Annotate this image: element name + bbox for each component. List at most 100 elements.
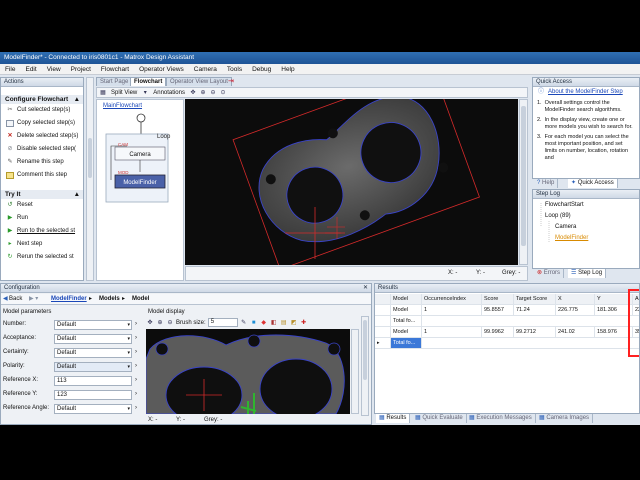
- annotations-button[interactable]: Annotations: [151, 89, 187, 97]
- add-icon[interactable]: ✚: [300, 319, 308, 327]
- breadcrumb-modelfinder[interactable]: ModelFinder: [51, 294, 87, 305]
- menu-operator-views[interactable]: Operator Views: [134, 64, 189, 75]
- expand-arrow-icon[interactable]: ›: [135, 321, 137, 327]
- dropdown-arrow-icon[interactable]: ▾: [141, 89, 149, 97]
- polarity-select[interactable]: Default ▾: [54, 362, 132, 372]
- zoom-in-icon[interactable]: ⊕: [156, 319, 164, 327]
- table-cell[interactable]: 99.2712: [514, 327, 556, 338]
- table-cell[interactable]: 99.9962: [482, 327, 514, 338]
- expand-arrow-icon[interactable]: ›: [135, 405, 137, 411]
- action-run-to-selected[interactable]: ▶ Run to the selected st: [1, 225, 83, 238]
- collapse-icon[interactable]: ▲: [74, 190, 80, 199]
- tab-execution-messages[interactable]: ▦ Execution Messages: [466, 414, 536, 423]
- tab-operator-view-layout[interactable]: Operator View Layout: [166, 77, 232, 86]
- tab-results[interactable]: ▦ Results: [376, 414, 411, 423]
- main-flowchart-link[interactable]: MainFlowchart: [103, 103, 142, 109]
- log-loop[interactable]: Loop (89): [545, 213, 571, 219]
- tab-step-log[interactable]: ☰ Step Log: [568, 269, 607, 278]
- expand-arrow-icon[interactable]: ›: [135, 363, 137, 369]
- open-icon[interactable]: ▤: [280, 319, 288, 327]
- loop-container[interactable]: [105, 133, 169, 203]
- clear-icon[interactable]: ◧: [270, 319, 278, 327]
- image-display[interactable]: [185, 99, 518, 265]
- menu-view[interactable]: View: [42, 64, 66, 75]
- move-icon[interactable]: ✥: [189, 89, 197, 97]
- split-view-button[interactable]: Split View: [109, 89, 139, 97]
- col-occurrence-index[interactable]: OccurrenceIndex: [422, 294, 482, 305]
- col-x[interactable]: X: [556, 294, 595, 305]
- col-score[interactable]: Score: [482, 294, 514, 305]
- menu-tools[interactable]: Tools: [222, 64, 247, 75]
- configuration-scrollbar[interactable]: [361, 316, 369, 416]
- edit-mask-icon[interactable]: ◩: [290, 319, 298, 327]
- expand-arrow-icon[interactable]: ›: [135, 391, 137, 397]
- menu-edit[interactable]: Edit: [20, 64, 41, 75]
- tab-errors[interactable]: ⊗ Errors: [534, 269, 565, 278]
- zoom-out-icon[interactable]: ⊖: [166, 319, 174, 327]
- action-run[interactable]: ▶ Run: [1, 212, 83, 225]
- table-cell[interactable]: 71.24: [514, 305, 556, 316]
- fill-icon[interactable]: ■: [250, 319, 258, 327]
- pencil-icon[interactable]: ✎: [240, 319, 248, 327]
- reference-y-input[interactable]: 123: [54, 390, 132, 400]
- table-cell[interactable]: Model: [391, 305, 422, 316]
- action-rerun[interactable]: ↻ Rerun the selected st: [1, 251, 83, 264]
- table-cell[interactable]: 226.775: [556, 305, 595, 316]
- action-next-step[interactable]: ▸ Next step: [1, 238, 83, 251]
- brush-size-select[interactable]: 5: [207, 318, 238, 327]
- table-cell[interactable]: 1: [422, 327, 482, 338]
- log-camera[interactable]: Camera: [555, 224, 576, 230]
- move-icon[interactable]: ✥: [146, 319, 154, 327]
- log-flowchart-start[interactable]: FlowchartStart: [545, 202, 584, 208]
- reference-x-input[interactable]: 113: [54, 376, 132, 386]
- close-icon[interactable]: ✕: [363, 284, 368, 292]
- table-cell[interactable]: 241.02: [556, 327, 595, 338]
- tab-help[interactable]: ? Help: [534, 179, 559, 188]
- menu-debug[interactable]: Debug: [247, 64, 276, 75]
- log-modelfinder[interactable]: ModelFinder: [555, 235, 588, 241]
- actions-scrollbar[interactable]: [86, 77, 94, 281]
- table-cell[interactable]: Model: [391, 327, 422, 338]
- play-to-end-icon[interactable]: ⇥: [228, 78, 236, 86]
- menu-project[interactable]: Project: [66, 64, 96, 75]
- breadcrumb-model[interactable]: Model: [132, 294, 149, 305]
- row-expander-icon[interactable]: ▸: [375, 338, 391, 349]
- certainty-select[interactable]: Default ▾: [54, 348, 132, 358]
- menu-file[interactable]: File: [0, 64, 20, 75]
- reference-angle-select[interactable]: Default ▾: [54, 404, 132, 414]
- table-cell[interactable]: 95.8557: [482, 305, 514, 316]
- image-vertical-scrollbar[interactable]: [519, 99, 528, 265]
- back-arrow-icon[interactable]: ◀: [3, 294, 8, 305]
- table-cell[interactable]: Total fo...: [391, 316, 422, 327]
- eraser-icon[interactable]: ◆: [260, 319, 268, 327]
- forward-arrow-icon[interactable]: ▶ ▾: [29, 294, 38, 305]
- configure-flowchart-section[interactable]: Configure Flowchart ▲: [1, 95, 83, 104]
- back-button[interactable]: Back: [9, 294, 22, 305]
- tab-quick-evaluate[interactable]: ▦ Quick Evaluate: [412, 414, 467, 423]
- expand-arrow-icon[interactable]: ›: [135, 335, 137, 341]
- start-node[interactable]: [136, 113, 146, 123]
- action-rename[interactable]: ✎ Rename this step: [1, 156, 83, 169]
- action-delete[interactable]: ✕ Delete selected step(s): [1, 130, 83, 143]
- tab-quick-access[interactable]: ✦ Quick Access: [568, 179, 618, 188]
- breadcrumb-models[interactable]: Models: [99, 294, 120, 305]
- collapse-icon[interactable]: ▲: [74, 95, 80, 104]
- action-cut[interactable]: ✂ Cut selected step(s): [1, 104, 83, 117]
- action-reset[interactable]: ↺ Reset: [1, 199, 83, 212]
- flowchart-canvas[interactable]: MainFlowchart Loop CAM Camera MOD ModelF…: [96, 99, 184, 281]
- menu-flowchart[interactable]: Flowchart: [96, 64, 134, 75]
- tab-start-page[interactable]: Start Page: [96, 77, 133, 86]
- action-disable[interactable]: ⊘ Disable selected step(: [1, 143, 83, 156]
- col-model[interactable]: Model: [391, 294, 422, 305]
- zoom-in-icon[interactable]: ⊕: [199, 89, 207, 97]
- zoom-fit-icon[interactable]: ⊙: [219, 89, 227, 97]
- table-cell[interactable]: Total fo...: [391, 338, 422, 349]
- number-select[interactable]: Default ▾: [54, 320, 132, 330]
- model-vertical-scrollbar[interactable]: [351, 329, 359, 414]
- menu-help[interactable]: Help: [276, 64, 299, 75]
- try-it-section[interactable]: Try It ▲: [1, 190, 83, 199]
- table-cell[interactable]: 1: [422, 305, 482, 316]
- action-comment[interactable]: Comment this step: [1, 169, 83, 182]
- menu-camera[interactable]: Camera: [189, 64, 222, 75]
- tab-camera-images[interactable]: ▦ Camera Images: [536, 414, 594, 423]
